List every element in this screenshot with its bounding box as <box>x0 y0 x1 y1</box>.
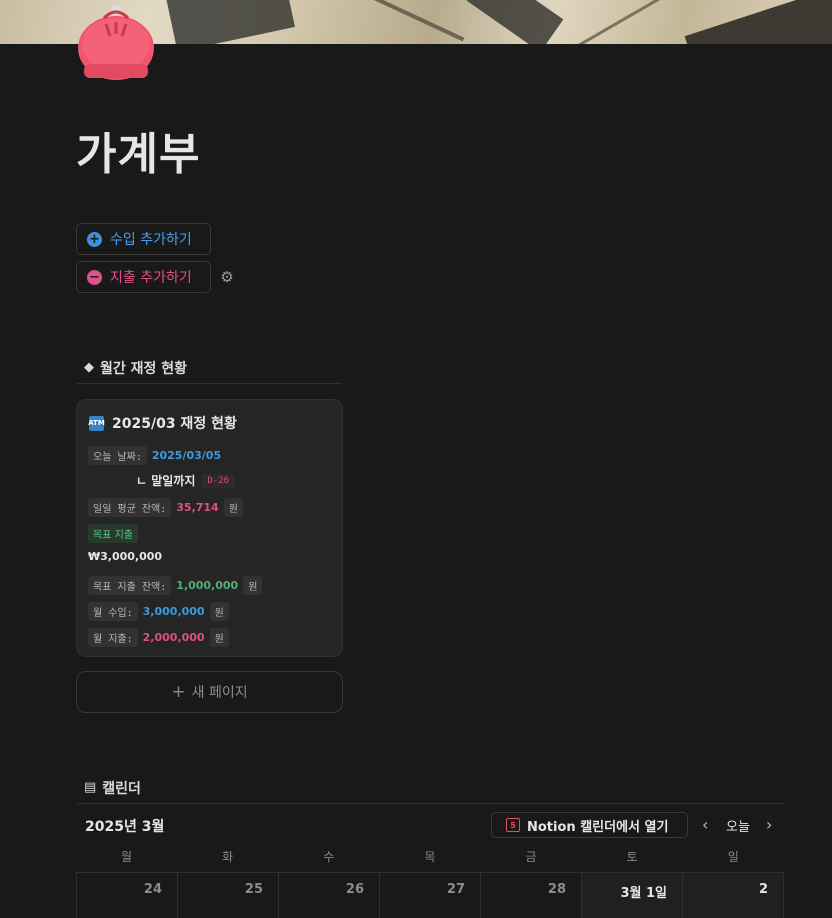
expense-label: 월 지출: <box>88 628 138 647</box>
daily-avg-label: 일일 평균 잔액: <box>88 498 172 517</box>
cover-shape <box>684 0 832 44</box>
calendar-month: 2025년 3월 <box>85 819 165 835</box>
income-row: 월 수입: 3,000,000 원 <box>88 602 229 621</box>
weekday-label: 토 <box>626 850 638 864</box>
coin-purse-icon[interactable] <box>76 4 156 80</box>
unit-label: 원 <box>243 576 263 595</box>
weekday-label: 일 <box>727 850 739 864</box>
weekday-label: 화 <box>222 850 234 864</box>
daily-avg-value: 35,714 <box>176 501 219 514</box>
calendar-day-cell[interactable]: 27 <box>380 873 481 918</box>
expense-value: 2,000,000 <box>142 631 205 644</box>
card-title-text: 2025/03 재정 현황 <box>112 416 237 432</box>
income-value: 3,000,000 <box>142 605 205 618</box>
expense-row: 월 지출: 2,000,000 원 <box>88 628 229 647</box>
new-page-button[interactable]: + 새 페이지 <box>76 671 343 713</box>
goal-remaining-value: 1,000,000 <box>176 579 239 592</box>
calendar-day-cell[interactable]: 28 <box>481 873 582 918</box>
calendar-day-cell[interactable]: 24 <box>77 873 178 918</box>
finance-section-header[interactable]: ◆ 월간 재정 현황 <box>76 352 342 384</box>
finance-section-title: 월간 재정 현황 <box>100 360 188 377</box>
calendar-day-cell[interactable]: 3월 1일 <box>582 873 683 918</box>
today-value: 2025/03/05 <box>151 449 222 462</box>
until-row: ㄴ 말일까지 D-26 <box>88 472 236 489</box>
cover-shape <box>335 0 465 42</box>
open-notion-calendar-button[interactable]: 5 Notion 캘린더에서 열기 <box>491 812 688 838</box>
goal-amount: ₩3,000,000 <box>88 550 163 563</box>
weekday-label: 목 <box>424 850 436 864</box>
notion-calendar-icon: 5 <box>506 818 520 832</box>
calendar-icon: ▤ <box>84 780 97 795</box>
goal-remaining-row: 목표 지출 잔액: 1,000,000 원 <box>88 576 263 595</box>
card-title: ATM 2025/03 재정 현황 <box>88 413 237 433</box>
today-label: 오늘 날짜: <box>88 446 147 465</box>
cover-shape <box>567 0 673 44</box>
goal-amount-row: ₩3,000,000 <box>88 550 162 563</box>
gem-icon: ◆ <box>84 360 94 375</box>
minus-circle-icon: − <box>87 269 102 285</box>
unit-label: 원 <box>209 602 229 621</box>
open-notion-label: Notion 캘린더에서 열기 <box>527 819 669 835</box>
weekday-label: 금 <box>525 850 537 864</box>
d-day-badge: D-26 <box>201 473 236 488</box>
add-expense-label: 지출 추가하기 <box>110 270 192 286</box>
weekday-label: 수 <box>323 850 335 864</box>
today-button[interactable]: 오늘 <box>726 816 750 835</box>
calendar-section-header[interactable]: ▤ 캘린더 <box>76 772 784 804</box>
calendar-day-cell[interactable]: 2 <box>683 873 784 918</box>
plus-circle-icon: + <box>87 231 102 247</box>
weekday-label: 월 <box>121 850 133 864</box>
until-label: ㄴ 말일까지 <box>136 474 196 488</box>
goal-remaining-label: 목표 지출 잔액: <box>88 576 172 595</box>
new-page-label: 새 페이지 <box>191 685 248 701</box>
weekday-header: 월 화 수 목 금 토 일 <box>76 848 784 865</box>
daily-avg-row: 일일 평균 잔액: 35,714 원 <box>88 498 243 517</box>
cover-shape <box>466 0 564 44</box>
finance-card[interactable]: ATM 2025/03 재정 현황 오늘 날짜: 2025/03/05 ㄴ 말일… <box>76 399 343 657</box>
calendar-icon: ATM <box>88 415 105 431</box>
gear-icon[interactable]: ⚙ <box>219 269 235 285</box>
calendar-grid: 24 25 26 27 28 3월 1일 2 <box>76 872 784 918</box>
calendar-day-cell[interactable]: 26 <box>279 873 380 918</box>
calendar-day-cell[interactable]: 25 <box>178 873 279 918</box>
today-row: 오늘 날짜: 2025/03/05 <box>88 446 221 465</box>
add-expense-button[interactable]: − 지출 추가하기 <box>76 261 211 293</box>
add-income-label: 수입 추가하기 <box>110 232 192 248</box>
plus-icon: + <box>171 682 186 702</box>
chevron-right-icon[interactable]: › <box>766 815 772 834</box>
add-income-button[interactable]: + 수입 추가하기 <box>76 223 211 255</box>
unit-label: 원 <box>223 498 243 517</box>
calendar-section-title: 캘린더 <box>102 780 141 797</box>
cover-shape <box>165 0 295 44</box>
goal-row: 목표 지출 <box>88 524 138 543</box>
income-label: 월 수입: <box>88 602 138 621</box>
unit-label: 원 <box>209 628 229 647</box>
goal-label: 목표 지출 <box>88 524 138 543</box>
page-title: 가계부 <box>76 129 201 180</box>
chevron-left-icon[interactable]: ‹ <box>702 815 708 834</box>
